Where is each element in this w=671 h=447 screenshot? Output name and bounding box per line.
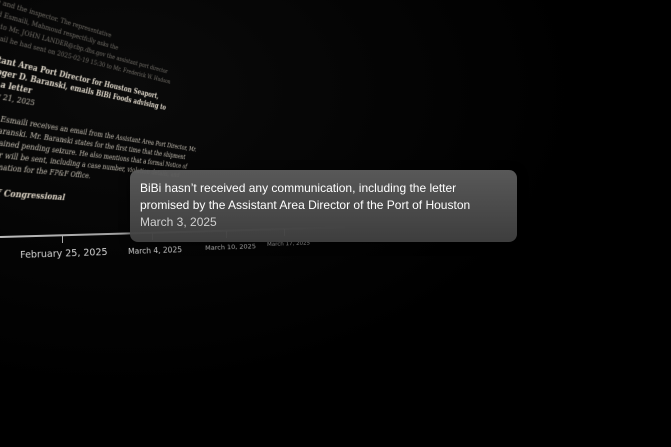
tooltip-date: March 3, 2025: [140, 214, 507, 230]
event-tooltip: BiBi hasn’t received any communication, …: [130, 170, 517, 242]
timeline-date-label[interactable]: March 4, 2025: [128, 245, 182, 256]
timeline-view: ...e and the inspector. The representati…: [0, 0, 671, 447]
timeline-date-label[interactable]: February 25, 2025: [20, 247, 108, 261]
tooltip-text: BiBi hasn’t received any communication, …: [140, 180, 507, 214]
timeline-tick: [62, 236, 63, 243]
